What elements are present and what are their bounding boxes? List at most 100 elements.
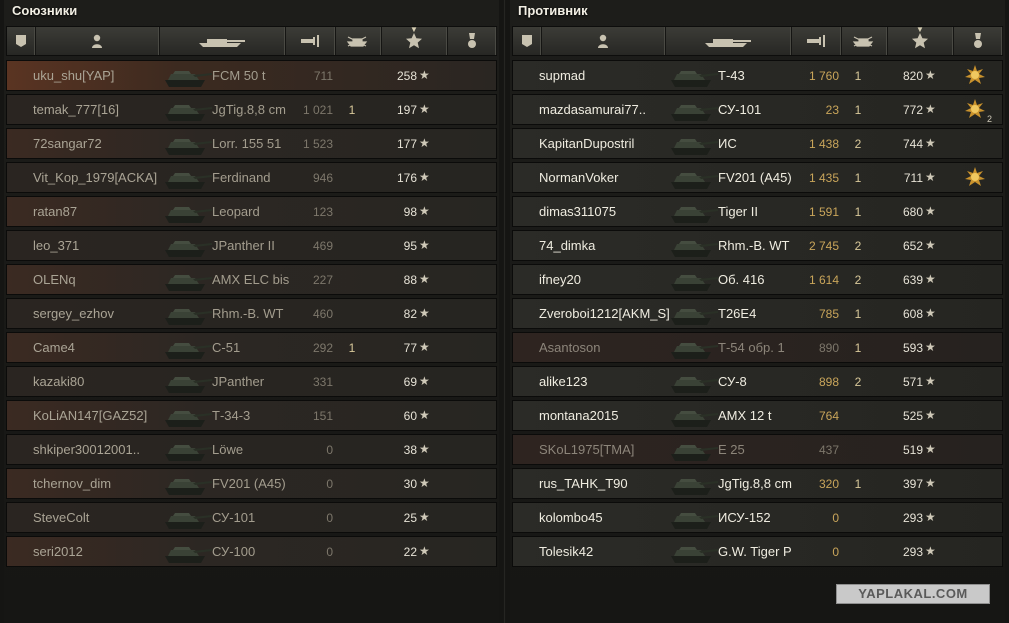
player-row[interactable]: shkiper30012001.. Löwe 0 38 ★ — [6, 434, 497, 465]
player-row[interactable]: NormanVoker FV201 (A45) 1 435 1 711 ★ — [512, 162, 1003, 193]
player-row[interactable]: ratan87 Leopard 123 98 ★ — [6, 196, 497, 227]
damage-value: 2 745 — [808, 239, 839, 253]
player-row[interactable]: Vit_Kop_1979[ACKA] Ferdinand 946 176 ★ — [6, 162, 497, 193]
player-name[interactable]: kazaki80 — [33, 374, 173, 389]
vehicle-col-icon — [701, 34, 755, 48]
player-name[interactable]: ratan87 — [33, 204, 173, 219]
player-name[interactable]: 72sangar72 — [33, 136, 173, 151]
player-name[interactable]: shkiper30012001.. — [33, 442, 173, 457]
player-name[interactable]: NormanVoker — [539, 170, 679, 185]
tank-icon — [665, 538, 719, 566]
star-icon: ★ — [925, 204, 936, 218]
star-icon: ★ — [419, 544, 430, 558]
player-name[interactable]: SKoL1975[TMA] — [539, 442, 679, 457]
player-name[interactable]: dimas311075 — [539, 204, 679, 219]
player-row[interactable]: OLENq AMX ELC bis 227 88 ★ — [6, 264, 497, 295]
player-name[interactable]: sergey_ezhov — [33, 306, 173, 321]
vehicle-col-header[interactable] — [159, 27, 286, 55]
player-row[interactable]: SteveColt СУ-101 0 25 ★ — [6, 502, 497, 533]
player-name[interactable]: temak_777[16] — [33, 102, 173, 117]
player-row[interactable]: kolombo45 ИСУ-152 0 293 ★ — [512, 502, 1003, 533]
xp-col-header[interactable]: ▼ — [381, 25, 448, 55]
player-row[interactable]: ifney20 Об. 416 1 614 2 639 ★ — [512, 264, 1003, 295]
player-name[interactable]: Came4 — [33, 340, 173, 355]
damage-col-header[interactable] — [285, 27, 336, 55]
player-name[interactable]: Zveroboi1212[AKM_S] — [539, 306, 679, 321]
vehicle-col-header[interactable] — [665, 27, 792, 55]
player-name[interactable]: montana2015 — [539, 408, 679, 423]
player-row[interactable]: Tolesik42 G.W. Tiger P 0 293 ★ — [512, 536, 1003, 567]
player-row[interactable]: SKoL1975[TMA] E 25 437 519 ★ — [512, 434, 1003, 465]
star-icon: ★ — [925, 476, 936, 490]
vehicle-name: AMX 12 t — [718, 408, 772, 423]
player-name[interactable]: seri2012 — [33, 544, 173, 559]
player-name[interactable]: KoLiAN147[GAZ52] — [33, 408, 173, 423]
player-row[interactable]: supmad Т-43 1 760 1 820 ★ — [512, 60, 1003, 91]
player-row[interactable]: temak_777[16] JgTig.8,8 cm 1 021 1 197 ★ — [6, 94, 497, 125]
medal-icon[interactable] — [964, 64, 988, 88]
player-name[interactable]: uku_shu[YAP] — [33, 68, 173, 83]
platoon-col-header[interactable] — [7, 27, 36, 55]
player-row[interactable]: KapitanDupostril ИС 1 438 2 744 ★ — [512, 128, 1003, 159]
player-row[interactable]: uku_shu[YAP] FCM 50 t 711 258 ★ — [6, 60, 497, 91]
player-name[interactable]: rus_TAHK_T90 — [539, 476, 679, 491]
platoon-col-header[interactable] — [513, 27, 542, 55]
player-row[interactable]: mazdasamurai77.. СУ-101 23 1 772 ★ 2 — [512, 94, 1003, 125]
vehicle-name: Leopard — [212, 204, 260, 219]
star-icon: ★ — [925, 102, 936, 116]
player-name[interactable]: Vit_Kop_1979[ACKA] — [33, 170, 173, 185]
kills-col-header[interactable] — [841, 27, 888, 55]
player-name[interactable]: ifney20 — [539, 272, 679, 287]
tank-icon — [159, 62, 213, 90]
player-row[interactable]: Asantoson Т-54 обр. 1 890 1 593 ★ — [512, 332, 1003, 363]
player-row[interactable]: leo_371 JPanther II 469 95 ★ — [6, 230, 497, 261]
player-row[interactable]: Came4 С-51 292 1 77 ★ — [6, 332, 497, 363]
tank-icon — [159, 470, 213, 498]
player-row[interactable]: tchernov_dim FV201 (A45) 0 30 ★ — [6, 468, 497, 499]
player-col-header[interactable] — [35, 27, 160, 55]
player-name[interactable]: OLENq — [33, 272, 173, 287]
medals-col-header[interactable] — [447, 27, 497, 55]
xp-col-header[interactable]: ▼ — [887, 25, 954, 55]
player-row[interactable]: montana2015 AMX 12 t 764 525 ★ — [512, 400, 1003, 431]
player-name[interactable]: kolombo45 — [539, 510, 679, 525]
star-icon: ★ — [925, 374, 936, 388]
player-name[interactable]: mazdasamurai77.. — [539, 102, 679, 117]
player-row[interactable]: Zveroboi1212[AKM_S] T26E4 785 1 608 ★ — [512, 298, 1003, 329]
medals-col-header[interactable] — [953, 27, 1003, 55]
player-name[interactable]: KapitanDupostril — [539, 136, 679, 151]
player-name[interactable]: Tolesik42 — [539, 544, 679, 559]
vehicle-name: ИС — [718, 136, 737, 151]
player-name[interactable]: 74_dimka — [539, 238, 679, 253]
damage-value: 785 — [818, 307, 839, 321]
medal-icon[interactable]: 2 — [964, 98, 992, 124]
player-name[interactable]: alike123 — [539, 374, 679, 389]
player-row[interactable]: rus_TAHK_T90 JgTig.8,8 cm 320 1 397 ★ — [512, 468, 1003, 499]
player-row[interactable]: KoLiAN147[GAZ52] Т-34-3 151 60 ★ — [6, 400, 497, 431]
star-icon: ★ — [419, 340, 430, 354]
damage-value: 1 614 — [808, 273, 839, 287]
player-row[interactable]: kazaki80 JPanther 331 69 ★ — [6, 366, 497, 397]
vehicle-name: AMX ELC bis — [212, 272, 290, 287]
player-row[interactable]: 72sangar72 Lorr. 155 51 1 523 177 ★ — [6, 128, 497, 159]
player-row[interactable]: seri2012 СУ-100 0 22 ★ — [6, 536, 497, 567]
kills-col-header[interactable] — [335, 27, 382, 55]
xp-col-icon — [911, 32, 929, 50]
damage-value: 151 — [312, 409, 333, 423]
star-icon: ★ — [419, 136, 430, 150]
damage-col-header[interactable] — [791, 27, 842, 55]
player-col-header[interactable] — [541, 27, 666, 55]
vehicle-name: ИСУ-152 — [718, 510, 771, 525]
star-icon: ★ — [419, 102, 430, 116]
player-row[interactable]: sergey_ezhov Rhm.-B. WT 460 82 ★ — [6, 298, 497, 329]
player-row[interactable]: alike123 СУ-8 898 2 571 ★ — [512, 366, 1003, 397]
player-name[interactable]: tchernov_dim — [33, 476, 173, 491]
player-row[interactable]: 74_dimka Rhm.-B. WT 2 745 2 652 ★ — [512, 230, 1003, 261]
medal-icon[interactable] — [964, 166, 988, 190]
player-name[interactable]: SteveColt — [33, 510, 173, 525]
player-row[interactable]: dimas311075 Tiger II 1 591 1 680 ★ — [512, 196, 1003, 227]
player-name[interactable]: Asantoson — [539, 340, 679, 355]
player-name[interactable]: supmad — [539, 68, 679, 83]
player-name[interactable]: leo_371 — [33, 238, 173, 253]
damage-value: 292 — [312, 341, 333, 355]
